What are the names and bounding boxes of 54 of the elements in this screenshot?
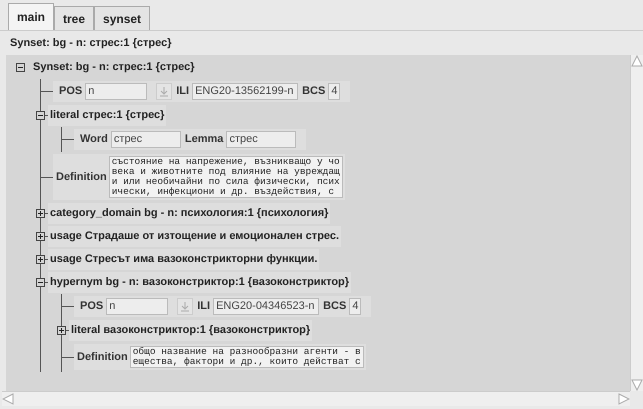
dropdown-button[interactable] [177,298,194,315]
field-label: POS [80,299,104,314]
definition-text-area[interactable]: състояние на напрежение, възникващо у чо века и животните под влияние на увреждащ и или необичайни по сила физически, псих ически, инфекциони и др. въздействия, с [108,156,343,198]
field-label: BCS [302,84,326,100]
field-label: ILI [197,299,210,314]
field-label: BCS [323,299,346,314]
collapse-icon[interactable] [36,278,45,287]
input-field[interactable]: ENG20-13562199-n [192,83,298,100]
definition-line: състояние на напрежение, възникващо у чо [112,157,340,167]
tab[interactable]: tree [54,6,94,30]
input-field[interactable]: ENG20-04346523-n [213,298,320,315]
right-arrow-icon[interactable] [618,393,630,405]
synset-heading: Synset: bg - n: стрес:1 {стрес} [10,36,172,51]
input-field[interactable]: стрес [226,131,296,148]
field-label: Definition [56,170,107,185]
tree-node-label[interactable]: category_domain bg - n: психология:1 {психология} [48,203,330,224]
definition-line: и или необичайни по сила физически, псих [112,177,340,187]
expand-icon[interactable] [36,255,45,264]
input-field[interactable]: n [85,83,148,100]
down-arrow-icon[interactable] [631,379,643,391]
field-label: Lemma [184,132,224,148]
left-arrow-icon[interactable] [2,393,14,405]
definition-line: общо название на разнообразни агенти - в [132,347,361,357]
tree-node-label[interactable]: literal стрес:1 {стрес} [48,105,166,126]
field-label: POS [59,84,82,100]
field-label: ILI [176,84,190,100]
tree-node-label[interactable]: Synset: bg - n: стрес:1 {стрес} [31,57,196,78]
input-field[interactable]: 4 [349,298,362,315]
collapse-icon[interactable] [16,63,25,72]
tab[interactable]: main [8,3,54,30]
input-field[interactable]: стрес [110,131,181,148]
download-arrow-icon [181,302,190,312]
tree-node-label[interactable]: usage Стресът има вазоконстрикторни функции. [48,249,320,270]
tree-node-label[interactable]: literal вазоконстриктор:1 {вазоконстриктор} [69,320,312,341]
definition-line: ически, инфекциони и др. въздействия, с [112,187,336,197]
horizontal-scrollbar[interactable] [2,391,630,406]
input-field[interactable]: n [106,298,168,315]
tree-node-label[interactable]: usage Страдаше от изтощение и емоционален стрес. [48,226,342,247]
expand-icon[interactable] [57,326,66,335]
tree-node-label[interactable]: hypernym bg - n: вазоконстриктор:1 {вазоконстриктор} [48,272,352,293]
dropdown-button[interactable] [156,83,172,100]
expand-icon[interactable] [36,209,45,218]
input-field[interactable]: 4 [328,83,340,100]
tab[interactable]: synset [94,6,150,30]
definition-line: ещества, фактори и др., които действат с [132,357,361,367]
vertical-scrollbar[interactable] [630,55,643,391]
definition-text-area[interactable]: общо название на разнообразни агенти - в ещества, фактори и др., които действат с [130,346,364,368]
collapse-icon[interactable] [36,111,45,120]
up-arrow-icon[interactable] [631,55,643,67]
definition-line: века и животните под влияние на увреждащ [112,167,340,177]
expand-icon[interactable] [36,232,45,241]
field-label: Word [80,132,108,148]
download-arrow-icon [160,86,168,96]
field-label: Definition [77,350,128,365]
